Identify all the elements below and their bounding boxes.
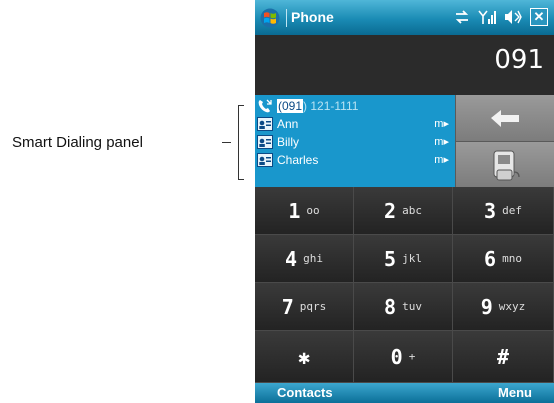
contact-card-icon — [257, 135, 273, 149]
key-star[interactable]: ✱ — [255, 331, 354, 383]
dialed-number-display: 091 — [255, 35, 554, 95]
key-2[interactable]: 2 abc — [354, 187, 453, 235]
title-bar: Phone ✕ — [255, 0, 554, 35]
smart-dial-contact[interactable]: Charles m▸ — [257, 151, 453, 169]
smart-dial-contact[interactable]: Billy m▸ — [257, 133, 453, 151]
key-4[interactable]: 4 ghi — [255, 235, 354, 283]
start-menu-icon[interactable] — [260, 8, 280, 28]
annotation-bracket — [238, 105, 244, 180]
contact-number-type: m▸ — [434, 118, 449, 130]
backspace-button[interactable] — [455, 95, 554, 142]
status-icons: ✕ — [454, 8, 548, 26]
key-0[interactable]: 0 + — [354, 331, 453, 383]
contact-number-type: m▸ — [434, 154, 449, 166]
smart-dialing-annotation-label: Smart Dialing panel — [12, 134, 143, 151]
matched-digits: (091 — [277, 99, 304, 113]
key-hash[interactable]: # — [453, 331, 554, 383]
contacts-softkey[interactable]: Contacts — [277, 385, 333, 400]
menu-softkey[interactable]: Menu — [498, 385, 532, 400]
dial-keypad: 1 oo 2 abc 3 def 4 ghi 5 jkl 6 mno 7 pqrs 8 tuv … — [255, 187, 554, 383]
key-1[interactable]: 1 oo — [255, 187, 354, 235]
close-icon: ✕ — [533, 9, 545, 24]
smart-dial-contact[interactable]: Ann m▸ — [257, 115, 453, 133]
contact-card-icon — [257, 153, 273, 167]
talk-button[interactable] — [455, 142, 554, 187]
match-number-rest: ) 121-1111 — [303, 99, 359, 113]
voicemail-icon: oo — [306, 204, 320, 217]
smart-dialing-panel[interactable]: (091) 121-1111 Ann m▸ Billy m▸ Charles m… — [255, 95, 455, 187]
contact-card-icon — [257, 117, 273, 131]
key-9[interactable]: 9 wxyz — [453, 283, 554, 331]
contact-name: Ann — [277, 117, 299, 131]
title-separator — [286, 9, 287, 27]
contact-name: Billy — [277, 135, 300, 149]
key-8[interactable]: 8 tuv — [354, 283, 453, 331]
key-7[interactable]: 7 pqrs — [255, 283, 354, 331]
key-3[interactable]: 3 def — [453, 187, 554, 235]
phone-call-icon — [258, 99, 272, 113]
phone-screen: Phone ✕ 091 (091) 121-1111 Ann m▸ Billy … — [255, 0, 554, 403]
app-title: Phone — [291, 9, 334, 25]
key-5[interactable]: 5 jkl — [354, 235, 453, 283]
close-button[interactable]: ✕ — [530, 8, 548, 26]
contact-number-type: m▸ — [434, 136, 449, 148]
key-6[interactable]: 6 mno — [453, 235, 554, 283]
contact-name: Charles — [277, 153, 319, 167]
smart-dial-number-match[interactable]: (091) 121-1111 — [257, 97, 453, 115]
annotation-leader-line — [222, 142, 231, 143]
volume-icon[interactable] — [504, 9, 522, 25]
soft-key-bar: Contacts Menu — [255, 383, 554, 403]
signal-strength-icon[interactable] — [478, 9, 496, 25]
connectivity-icon[interactable] — [454, 10, 470, 24]
backspace-arrow-icon — [491, 110, 519, 127]
handset-icon — [493, 150, 520, 181]
